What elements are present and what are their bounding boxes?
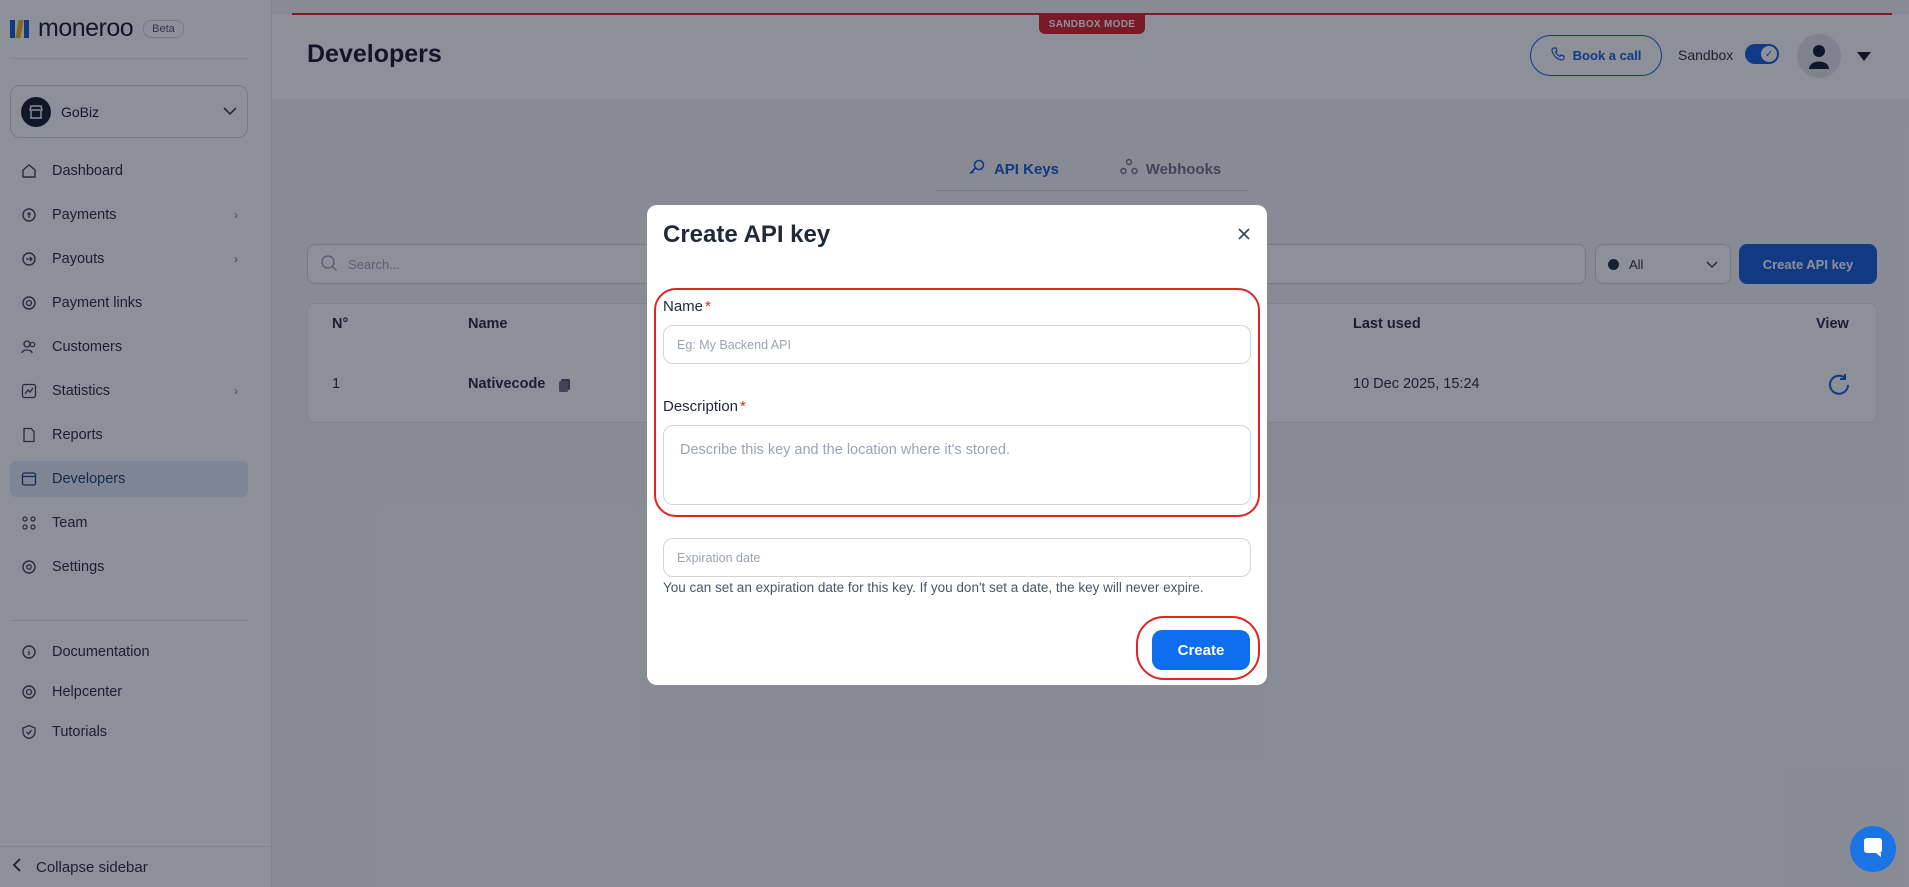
create-api-key-dialog: Create API key Name * Eg: My Backend API … — [647, 205, 1267, 685]
description-textarea[interactable]: Describe this key and the location where… — [663, 425, 1251, 505]
required-mark: * — [740, 398, 746, 415]
chat-icon — [1862, 836, 1884, 863]
name-input[interactable]: Eg: My Backend API — [663, 325, 1251, 364]
description-label: Description * — [663, 398, 746, 415]
chat-support-button[interactable] — [1850, 826, 1896, 872]
dialog-title: Create API key — [663, 221, 831, 248]
required-mark: * — [705, 298, 711, 315]
name-label: Name * — [663, 298, 711, 315]
description-placeholder: Describe this key and the location where… — [680, 442, 1010, 458]
description-label-text: Description — [663, 398, 739, 415]
expiration-placeholder: Expiration date — [677, 550, 761, 565]
name-label-text: Name — [663, 298, 704, 315]
expiration-date-input[interactable]: Expiration date — [663, 538, 1251, 577]
name-placeholder: Eg: My Backend API — [677, 337, 791, 352]
close-icon[interactable] — [1237, 225, 1251, 246]
create-button[interactable]: Create — [1152, 630, 1250, 670]
expiration-hint: You can set an expiration date for this … — [663, 580, 1204, 595]
